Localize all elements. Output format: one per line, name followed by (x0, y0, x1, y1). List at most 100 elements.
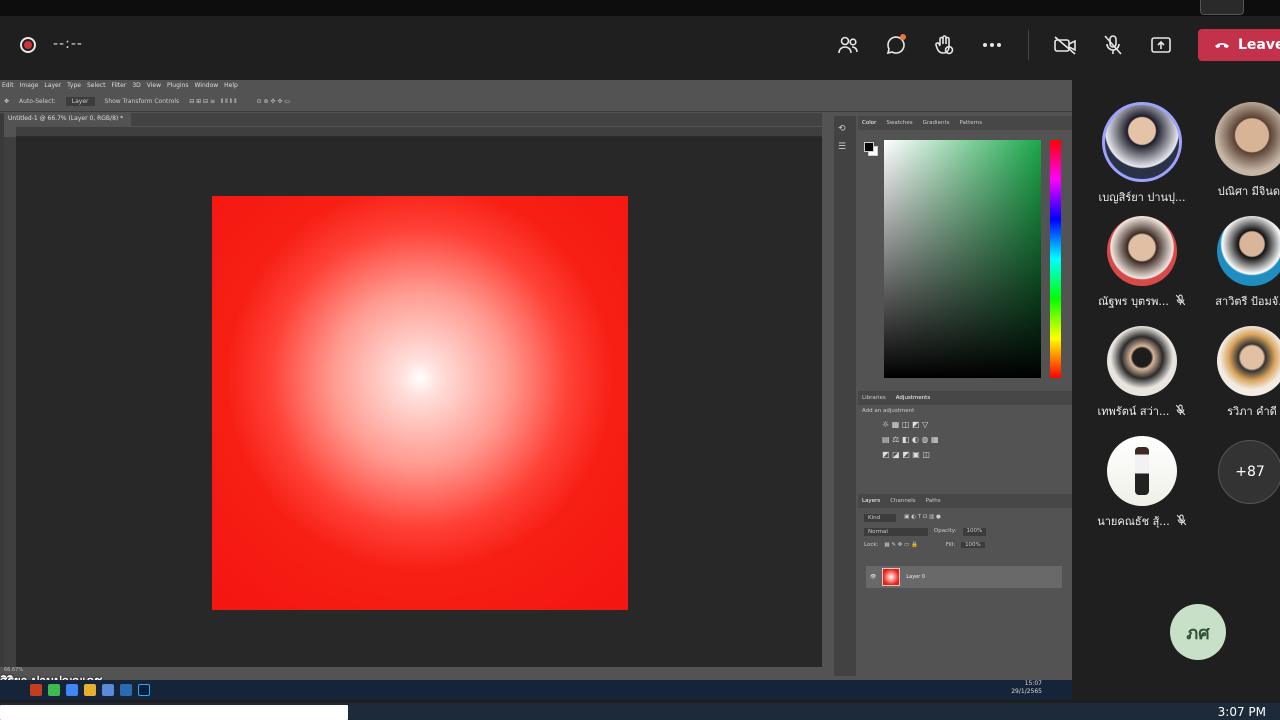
mic-off-icon (1176, 514, 1187, 529)
menu-edit[interactable]: Edit (2, 82, 14, 89)
line-app-icon[interactable] (48, 684, 60, 696)
lock-icons[interactable]: ▦ ✎ ✥ ▭ 🔒 (884, 542, 917, 548)
avatar (1107, 326, 1177, 396)
more-participants-button[interactable]: +87 (1218, 440, 1280, 504)
auto-select-label[interactable]: Auto-Select: (19, 98, 56, 105)
layer-row[interactable]: 👁 Layer 0 (866, 566, 1062, 588)
tab-gradients[interactable]: Gradients (923, 120, 950, 126)
move-tool-icon[interactable]: ✥ (4, 98, 9, 105)
blend-row: Normal Opacity: 100% (858, 528, 1072, 536)
layer-dropdown[interactable]: Layer (65, 97, 95, 106)
participant-tile[interactable]: สาวิตรี ป้อมจั... (1192, 216, 1280, 326)
align-icons[interactable]: ⊟ ⊞ ⊟ ≡ ⫴ ⫴ ⫴ ⫴ (189, 98, 236, 106)
powerpoint-icon[interactable] (30, 684, 42, 696)
camera-off-icon[interactable] (1050, 30, 1080, 60)
opacity-input[interactable]: 100% (962, 528, 987, 536)
participant-name: เทพรัตน์ สว่า... (1082, 402, 1202, 420)
mic-off-icon[interactable] (1098, 30, 1128, 60)
participant-tile[interactable]: เบญสิร์ยา ปานปุ... (1082, 102, 1202, 212)
menu-image[interactable]: Image (20, 82, 39, 89)
foreground-swatch[interactable] (864, 142, 874, 152)
menu-filter[interactable]: Filter (111, 82, 126, 89)
menu-type[interactable]: Type (67, 82, 81, 89)
tab-patterns[interactable]: Patterns (959, 120, 982, 126)
mic-off-icon (1175, 404, 1186, 419)
participant-tile[interactable]: เทพรัตน์ สว่า... (1082, 326, 1202, 436)
participant-tile[interactable]: ปณิศา มีจินดา (1192, 102, 1280, 212)
kind-filter[interactable]: Kind (864, 514, 897, 522)
tab-layers[interactable]: Layers (862, 498, 880, 504)
menu-plugins[interactable]: Plugins (167, 82, 189, 89)
participant-name: เบญสิร์ยา ปานปุ... (1098, 191, 1186, 204)
search-input[interactable] (0, 705, 348, 720)
horizontal-ruler (16, 127, 822, 137)
tab-swatches[interactable]: Swatches (886, 120, 912, 126)
color-panel-tabs: Color Swatches Gradients Patterns (858, 116, 1072, 130)
color-picker-field[interactable] (884, 140, 1041, 378)
chat-icon[interactable] (881, 30, 911, 60)
participant-name: ปณิศา มีจินดา (1217, 185, 1280, 198)
opacity-label: Opacity: (933, 528, 957, 534)
fill-input[interactable]: 100% (961, 542, 985, 548)
chrome-icon[interactable] (66, 684, 78, 696)
properties-icon[interactable]: ☰ (838, 142, 852, 152)
avatar (1107, 216, 1177, 286)
fill-label: Fill: (945, 542, 956, 548)
phone-hangup-icon (1214, 37, 1230, 53)
participant-tile[interactable]: รวิภา คำดี (1192, 326, 1280, 436)
tab-paths[interactable]: Paths (926, 498, 941, 504)
doc-tab[interactable]: Untitled-1 @ 66.7% (Layer 0, RGB/8) * (0, 113, 132, 126)
eye-icon[interactable]: 👁 (870, 574, 876, 580)
folder-icon[interactable] (84, 684, 96, 696)
shared-clock-date: 29/1/2565 (1011, 688, 1042, 695)
toolbar-divider (1028, 30, 1029, 60)
ps-menu-bar: Edit Image Layer Type Select Filter 3D V… (0, 80, 1072, 90)
photoshop-icon[interactable] (138, 684, 150, 696)
participant-tile[interactable]: นายคณธัช สุ้... (1082, 436, 1202, 546)
history-icon[interactable]: ⟲ (838, 124, 852, 134)
menu-3d[interactable]: 3D (132, 82, 140, 89)
tab-channels[interactable]: Channels (890, 498, 915, 504)
menu-select[interactable]: Select (87, 82, 106, 89)
window-button[interactable] (1200, 0, 1244, 15)
layer-name[interactable]: Layer 0 (906, 574, 925, 580)
filter-icons[interactable]: ▣ ◐ T ⊡ ▥ ● (904, 514, 941, 522)
more-icon[interactable] (977, 30, 1007, 60)
avatar (1217, 326, 1280, 396)
menu-window[interactable]: Window (195, 82, 219, 89)
share-icon[interactable] (1146, 30, 1176, 60)
people-icon[interactable] (833, 30, 863, 60)
layers-tabs: Layers Channels Paths (858, 494, 1072, 508)
show-transform-label[interactable]: Show Transform Controls (105, 98, 180, 105)
ps-options-bar: ✥ Auto-Select: Layer Show Transform Cont… (0, 92, 1072, 112)
tab-libraries[interactable]: Libraries (862, 395, 886, 401)
3d-icons[interactable]: ⊙ ⊚ ✣ ✣ ▭ (257, 98, 290, 105)
app-icon[interactable] (102, 684, 114, 696)
menu-layer[interactable]: Layer (44, 82, 61, 89)
lock-label: Lock: (864, 542, 879, 548)
raise-hand-icon[interactable] (929, 30, 959, 60)
adjustment-icons[interactable]: ☼ ▦ ◫ ◩ ▽ ▤ ⚖ ◧ ◐ ◍ ▦ ◩ ◪ ◩ ▣ ◫ (858, 417, 1072, 462)
red-gradient-canvas[interactable] (212, 196, 628, 610)
hue-slider[interactable] (1050, 140, 1061, 378)
menu-view[interactable]: View (147, 82, 161, 89)
tab-color[interactable]: Color (862, 120, 876, 126)
layer-filter-row: Kind ▣ ◐ T ⊡ ▥ ● (858, 508, 1072, 528)
avatar (1107, 436, 1177, 506)
participant-tile[interactable]: ณัฐพร บุตรพ... (1082, 216, 1202, 326)
add-adjustment-label: Add an adjustment (862, 408, 915, 414)
shared-clock-time: 15:07 (1024, 680, 1042, 687)
menu-help[interactable]: Help (224, 82, 238, 89)
vertical-ruler (4, 137, 16, 667)
top-strip (0, 0, 1280, 16)
avatar (1102, 102, 1182, 182)
avatar (1215, 102, 1280, 176)
blend-mode-select[interactable]: Normal (864, 528, 928, 536)
system-clock: 3:07 PM (1217, 705, 1266, 719)
tab-adjustments[interactable]: Adjustments (896, 395, 930, 401)
leave-label: Leave (1238, 37, 1280, 53)
adjustment-tabs: Libraries Adjustments (858, 391, 1072, 405)
self-avatar[interactable]: ภศ (1170, 604, 1226, 660)
leave-button[interactable]: Leave (1198, 29, 1280, 61)
app-icon[interactable] (120, 684, 132, 696)
